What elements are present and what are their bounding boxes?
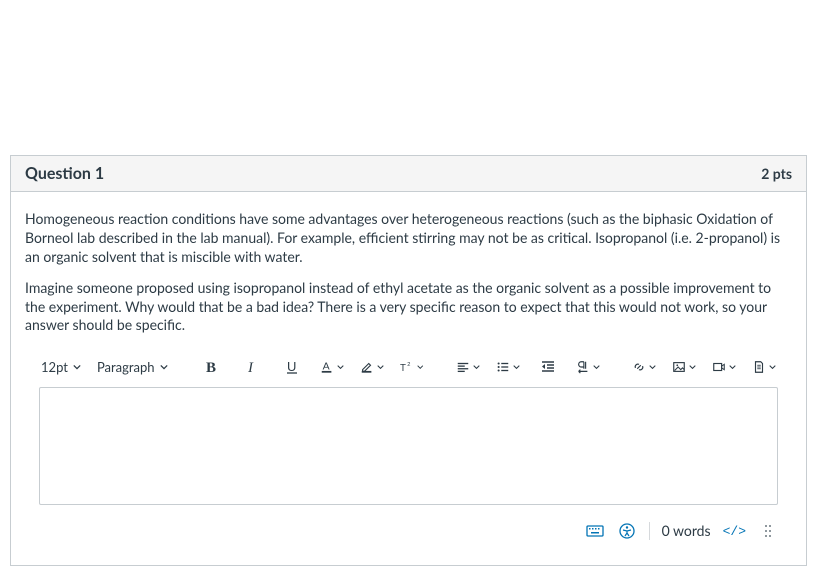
chevron-down-icon: [473, 363, 480, 371]
document-icon: [752, 359, 766, 375]
chevron-down-icon: [73, 363, 81, 371]
font-size-select[interactable]: 12pt: [37, 353, 85, 381]
link-button[interactable]: [628, 353, 660, 381]
highlight-icon: [360, 359, 374, 375]
image-icon: [672, 359, 686, 375]
media-button[interactable]: [708, 353, 740, 381]
outdent-icon: [540, 359, 556, 375]
text-color-button[interactable]: A: [316, 353, 348, 381]
highlight-color-button[interactable]: [356, 353, 388, 381]
svg-text:B: B: [206, 360, 216, 375]
text-direction-button[interactable]: [572, 353, 604, 381]
chevron-down-icon: [417, 363, 423, 371]
svg-text:A: A: [322, 361, 329, 373]
chevron-down-icon: [337, 363, 344, 371]
block-format-select[interactable]: Paragraph: [93, 353, 172, 381]
accessibility-checker-button[interactable]: [617, 521, 637, 541]
indent-button[interactable]: [532, 353, 564, 381]
superscript-button[interactable]: T2: [396, 353, 428, 381]
keyboard-shortcuts-button[interactable]: [585, 521, 605, 541]
status-separator: [649, 522, 650, 540]
svg-text:2: 2: [407, 363, 410, 369]
html-view-button[interactable]: </>: [723, 523, 746, 541]
question-paragraph-2: Imagine someone proposed using isopropan…: [25, 279, 792, 336]
question-card: Question 1 2 pts Homogeneous reaction co…: [10, 155, 807, 566]
chevron-down-icon: [513, 363, 520, 371]
editor-status-bar: 0 words </>: [25, 515, 792, 551]
svg-text:T: T: [400, 363, 406, 374]
kebab-icon: [812, 359, 817, 375]
editor-toolbar: 12pt Paragraph B I U A: [25, 347, 792, 387]
chevron-down-icon: [689, 363, 696, 371]
accessibility-icon: [619, 523, 635, 539]
svg-text:I: I: [247, 360, 254, 375]
paragraph-direction-icon: [576, 359, 590, 375]
question-header: Question 1 2 pts: [11, 156, 806, 192]
superscript-icon: T2: [400, 359, 415, 375]
bold-button[interactable]: B: [196, 353, 228, 381]
media-icon: [712, 359, 726, 375]
question-title: Question 1: [25, 164, 104, 183]
align-button[interactable]: [452, 353, 484, 381]
block-format-label: Paragraph: [97, 359, 155, 377]
chevron-down-icon: [593, 363, 600, 371]
font-size-label: 12pt: [41, 359, 68, 377]
question-paragraph-1: Homogeneous reaction conditions have som…: [25, 210, 792, 267]
link-icon: [632, 359, 646, 375]
word-count: 0 words: [662, 522, 711, 541]
underline-button[interactable]: U: [276, 353, 308, 381]
question-points: 2 pts: [761, 165, 792, 182]
italic-button[interactable]: I: [236, 353, 268, 381]
svg-text:U: U: [287, 359, 296, 374]
align-left-icon: [456, 359, 470, 375]
chevron-down-icon: [729, 363, 736, 371]
resize-handle[interactable]: [758, 521, 778, 541]
bold-icon: B: [204, 359, 220, 375]
chevron-down-icon: [769, 363, 776, 371]
bullet-list-icon: [496, 359, 510, 375]
underline-icon: U: [284, 359, 300, 375]
more-tools-button[interactable]: [804, 353, 817, 381]
text-color-icon: A: [320, 359, 334, 375]
chevron-down-icon: [649, 363, 656, 371]
italic-icon: I: [244, 359, 260, 375]
drag-handle-icon: [763, 523, 773, 539]
image-button[interactable]: [668, 353, 700, 381]
chevron-down-icon: [160, 363, 168, 371]
list-button[interactable]: [492, 353, 524, 381]
document-button[interactable]: [748, 353, 780, 381]
question-body: Homogeneous reaction conditions have som…: [11, 192, 806, 565]
chevron-down-icon: [377, 363, 384, 371]
keyboard-icon: [586, 524, 604, 538]
rich-text-editor[interactable]: [39, 387, 778, 505]
